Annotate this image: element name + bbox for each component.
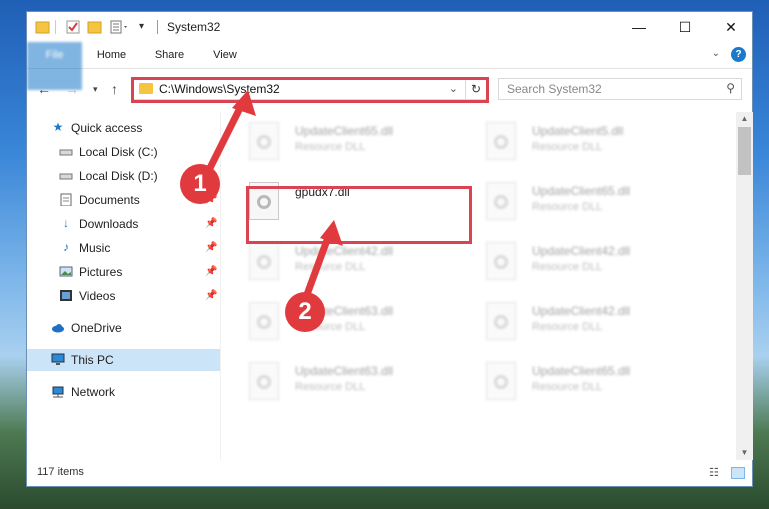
callout-one: 1	[180, 164, 220, 204]
arrow-2-shaft	[301, 230, 334, 302]
callout-two: 2	[285, 292, 325, 332]
callout-arrows	[201, 90, 343, 302]
